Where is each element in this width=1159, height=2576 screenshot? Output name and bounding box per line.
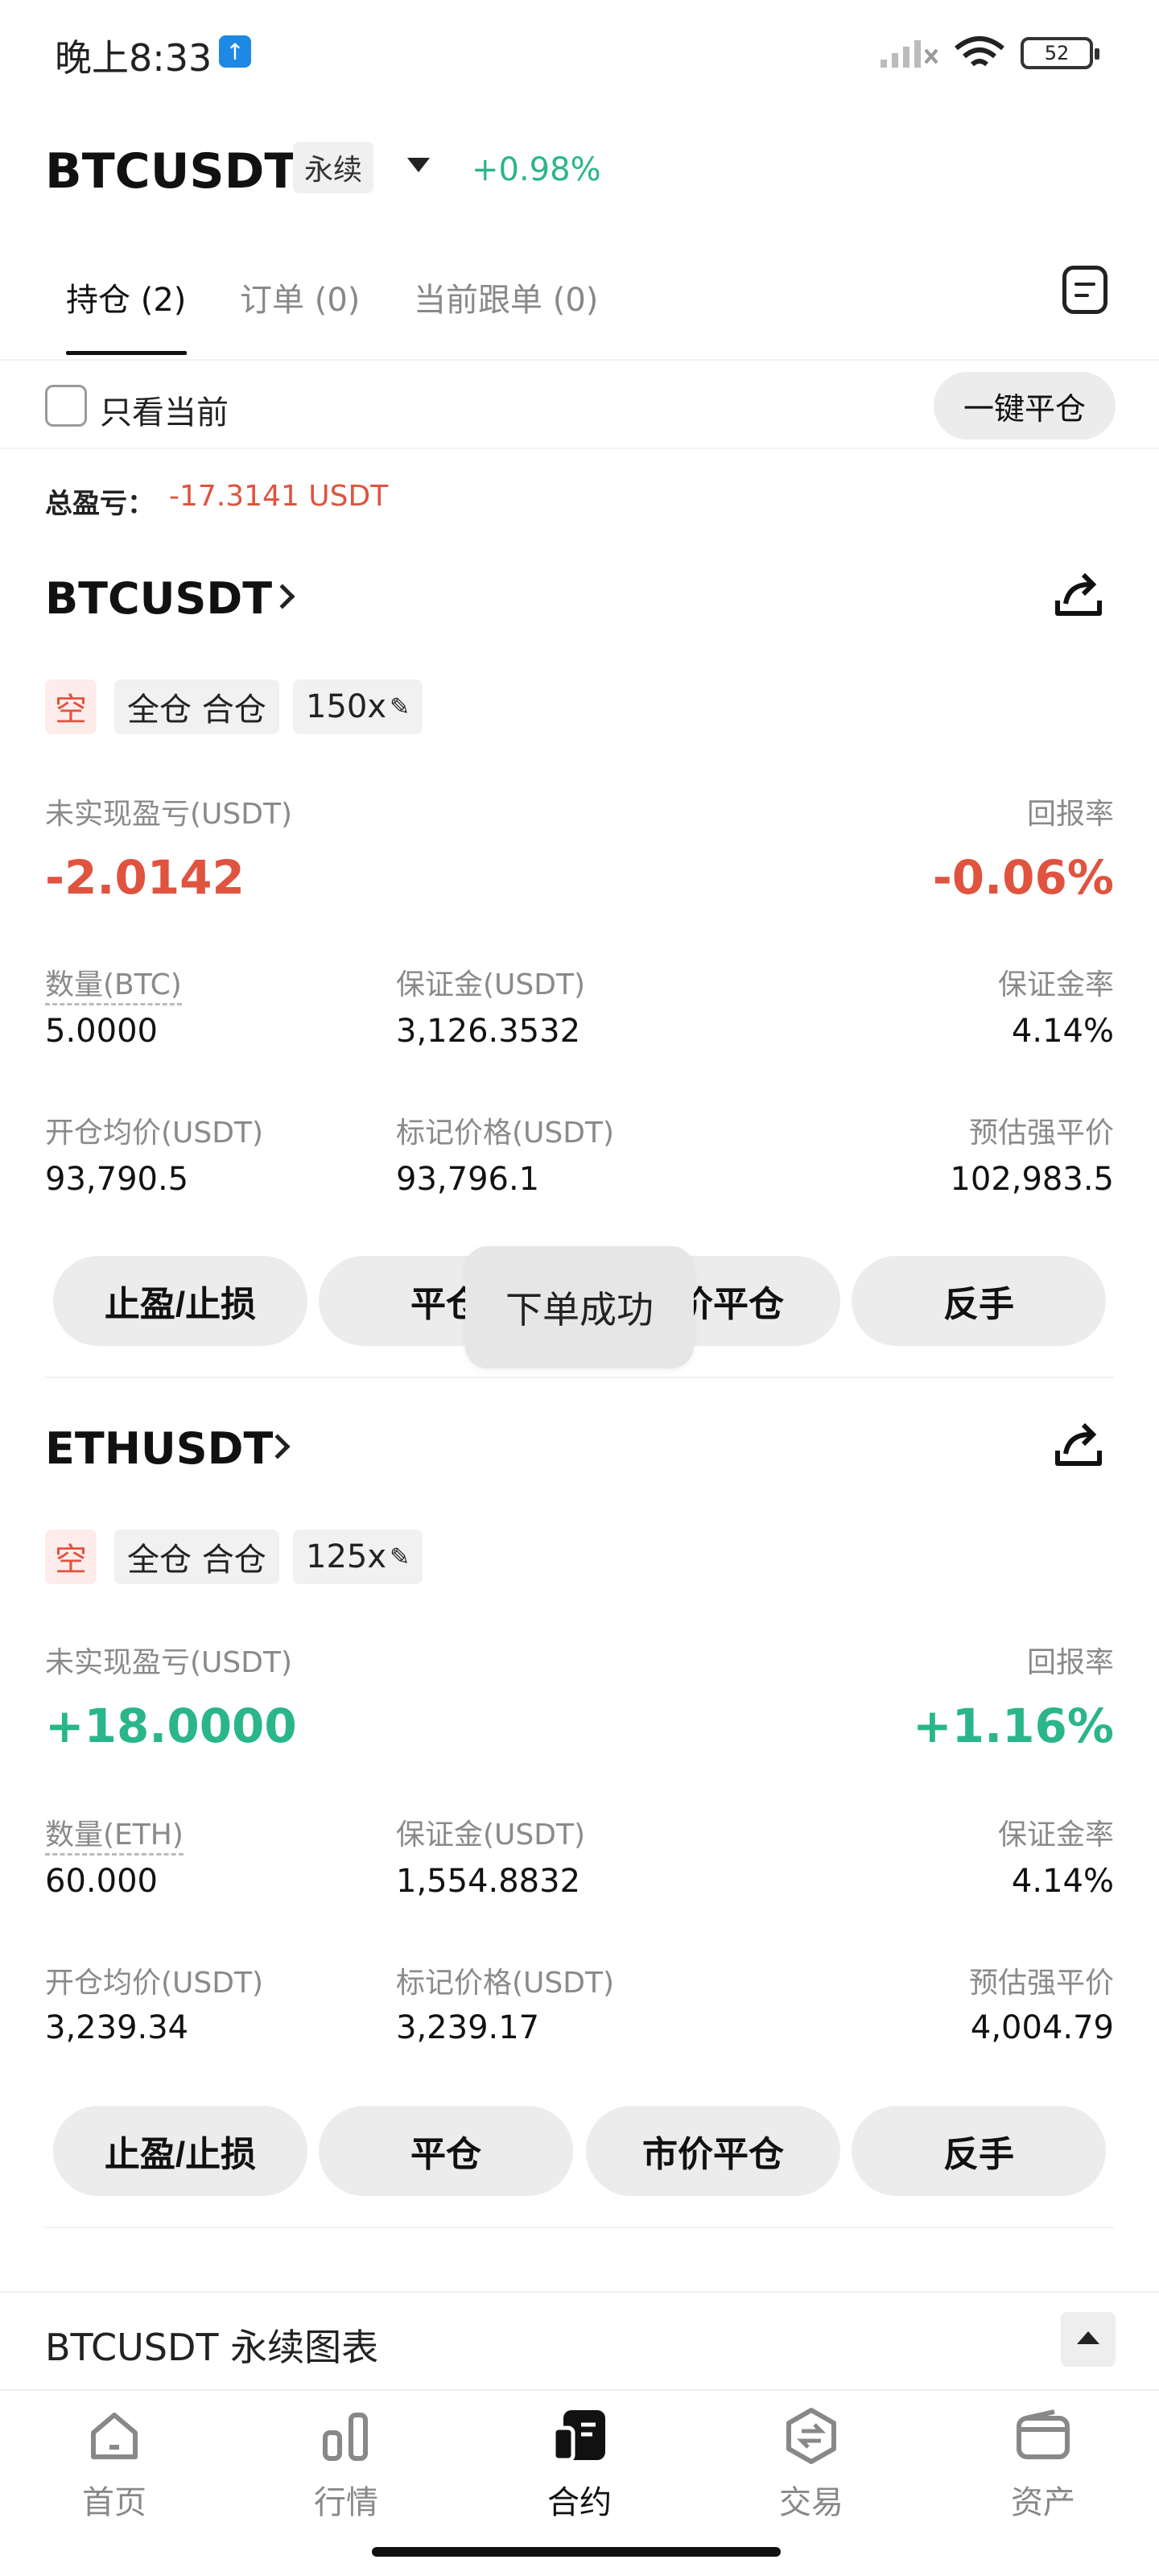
contract-type-badge: 永续 [293,142,374,193]
entry-price-value: 3,239.34 [45,2009,189,2046]
margin-mode-tag: 全仓 合仓 [114,679,279,734]
only-current-checkbox[interactable] [45,385,87,427]
wallet-icon [1017,2409,1070,2459]
position-symbol[interactable]: ETHUSDT [45,1423,273,1474]
battery-icon: 52 [1021,37,1099,69]
close-all-button[interactable]: 一键平仓 [934,372,1116,440]
leverage-value: 150x [306,688,387,725]
cellular-signal-icon [881,40,938,68]
unrealized-pnl-label: 未实现盈亏(USDT) [45,798,293,831]
divider [0,2291,1159,2293]
side-tag: 空 [45,1530,97,1584]
nav-label: 合约 [547,2484,612,2521]
quantity-value: 5.0000 [45,1013,158,1050]
entry-price-value: 93,790.5 [45,1161,189,1198]
quantity-value: 60.000 [45,1863,158,1900]
margin-ratio-label: 保证金率 [997,968,1114,1001]
nav-label: 首页 [82,2484,146,2521]
margin-ratio-value: 4.14% [1011,1013,1114,1050]
mark-price-value: 3,239.17 [396,2009,540,2046]
margin-label: 保证金(USDT) [396,1818,586,1852]
header-change: +0.98% [472,151,601,188]
divider [0,359,1159,361]
nav-label: 资产 [1011,2484,1075,2521]
status-time: 晚上8:33 [55,36,212,80]
side-tag: 空 [45,679,97,734]
chevron-right-icon[interactable] [270,584,295,609]
nav-trade[interactable]: 交易 [731,2407,892,2523]
tp-sl-button[interactable]: 止盈/止损 [53,2106,307,2196]
unrealized-pnl-value: +18.0000 [45,1699,297,1753]
total-pnl-value: -17.3141 USDT [169,480,389,513]
nav-futures[interactable]: 合约 [499,2407,660,2523]
quantity-label[interactable]: 数量(BTC) [45,961,182,1005]
mark-price-value: 93,796.1 [396,1161,540,1198]
only-current-label: 只看当前 [100,394,229,431]
share-icon[interactable] [1051,568,1106,623]
unrealized-pnl-label: 未实现盈亏(USDT) [45,1646,293,1679]
divider [45,2227,1114,2228]
tab-copy-orders[interactable]: 当前跟单 (0) [414,274,598,320]
share-icon[interactable] [1051,1418,1106,1473]
total-pnl-label: 总盈亏： [45,488,155,520]
chevron-down-icon[interactable] [407,158,430,172]
toast-message: 下单成功 [465,1246,694,1368]
tab-positions[interactable]: 持仓 (2) [66,274,186,320]
roe-label: 回报率 [1026,1646,1114,1679]
roe-value: -0.06% [932,850,1114,905]
divider [0,448,1159,449]
mark-price-label: 标记价格(USDT) [396,1967,615,2000]
margin-label: 保证金(USDT) [396,968,586,1001]
reverse-position-button[interactable]: 反手 [852,2106,1106,2196]
header-symbol[interactable]: BTCUSDT [45,143,297,200]
leverage-tag[interactable]: 125x ✎ [293,1530,423,1584]
liq-price-label: 预估强平价 [968,1117,1114,1150]
liq-price-value: 4,004.79 [970,2009,1114,2046]
close-position-button[interactable]: 平仓 [319,2106,573,2196]
nav-home[interactable]: 首页 [34,2407,195,2523]
market-close-button[interactable]: 市价平仓 [586,2106,840,2196]
upload-icon: ↑ [219,35,251,68]
entry-price-label: 开仓均价(USDT) [45,1967,264,2000]
leverage-value: 125x [306,1538,387,1575]
roe-value: +1.16% [913,1699,1114,1753]
order-history-icon[interactable] [1062,266,1107,314]
roe-label: 回报率 [1026,798,1114,831]
margin-ratio-label: 保证金率 [997,1818,1114,1852]
entry-price-label: 开仓均价(USDT) [45,1117,264,1150]
leverage-tag[interactable]: 150x ✎ [293,679,423,734]
position-symbol[interactable]: BTCUSDT [45,573,272,624]
margin-mode-tag: 全仓 合仓 [114,1530,279,1584]
mark-price-label: 标记价格(USDT) [396,1117,615,1150]
edit-icon: ✎ [390,692,410,721]
chart-section-title[interactable]: BTCUSDT 永续图表 [45,2318,378,2372]
margin-value: 1,554.8832 [396,1863,581,1900]
tab-orders[interactable]: 订单 (0) [240,274,360,320]
nav-label: 交易 [779,2484,843,2521]
nav-assets[interactable]: 资产 [963,2407,1124,2523]
quantity-label[interactable]: 数量(ETH) [45,1811,184,1856]
trade-icon [786,2408,836,2464]
nav-label: 行情 [314,2484,378,2521]
divider [0,2389,1159,2391]
wifi-icon [955,36,1004,67]
futures-icon [551,2410,605,2462]
tp-sl-button[interactable]: 止盈/止损 [53,1256,307,1346]
liq-price-label: 预估强平价 [968,1967,1114,2000]
edit-icon: ✎ [390,1542,410,1571]
market-icon [323,2413,368,2461]
collapse-chart-button[interactable] [1061,2312,1116,2367]
liq-price-value: 102,983.5 [950,1161,1114,1198]
home-indicator[interactable] [372,2547,781,2557]
active-tab-indicator [66,351,187,355]
margin-value: 3,126.3532 [396,1013,581,1050]
home-icon [91,2413,138,2459]
unrealized-pnl-value: -2.0142 [45,850,245,905]
reverse-position-button[interactable]: 反手 [852,1256,1106,1346]
divider [45,1377,1114,1378]
margin-ratio-value: 4.14% [1011,1863,1114,1900]
nav-market[interactable]: 行情 [266,2407,427,2523]
